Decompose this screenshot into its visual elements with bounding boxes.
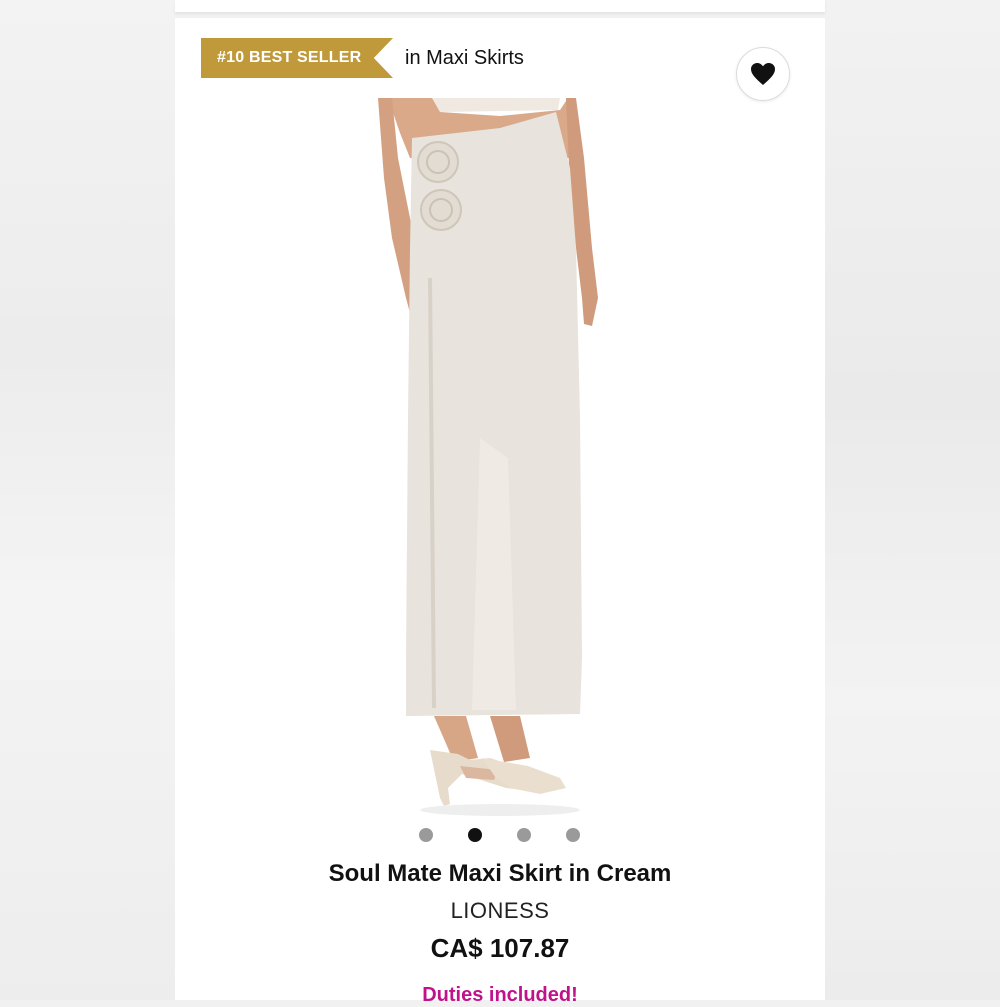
image-carousel-dots (419, 828, 580, 842)
best-seller-badge: #10 BEST SELLER (201, 38, 393, 78)
best-seller-row: #10 BEST SELLER in Maxi Skirts (201, 38, 524, 78)
product-card: #10 BEST SELLER in Maxi Skirts Soul Mate… (175, 18, 825, 1006)
carousel-dot[interactable] (419, 828, 433, 842)
background-left (0, 0, 175, 1000)
background-right (825, 0, 1000, 1000)
previous-card-edge (175, 0, 825, 12)
carousel-dot[interactable] (517, 828, 531, 842)
product-title: Soul Mate Maxi Skirt in Cream (328, 860, 672, 887)
carousel-dot[interactable] (566, 828, 580, 842)
carousel-dot-active[interactable] (468, 828, 482, 842)
heart-icon (751, 63, 775, 85)
product-image[interactable] (370, 98, 630, 818)
product-price: CA$ 107.87 (430, 933, 570, 963)
best-seller-category[interactable]: in Maxi Skirts (405, 47, 524, 70)
wishlist-button[interactable] (736, 47, 790, 101)
product-brand[interactable]: LIONESS (175, 898, 825, 924)
duties-note: Duties included! (422, 984, 578, 1006)
